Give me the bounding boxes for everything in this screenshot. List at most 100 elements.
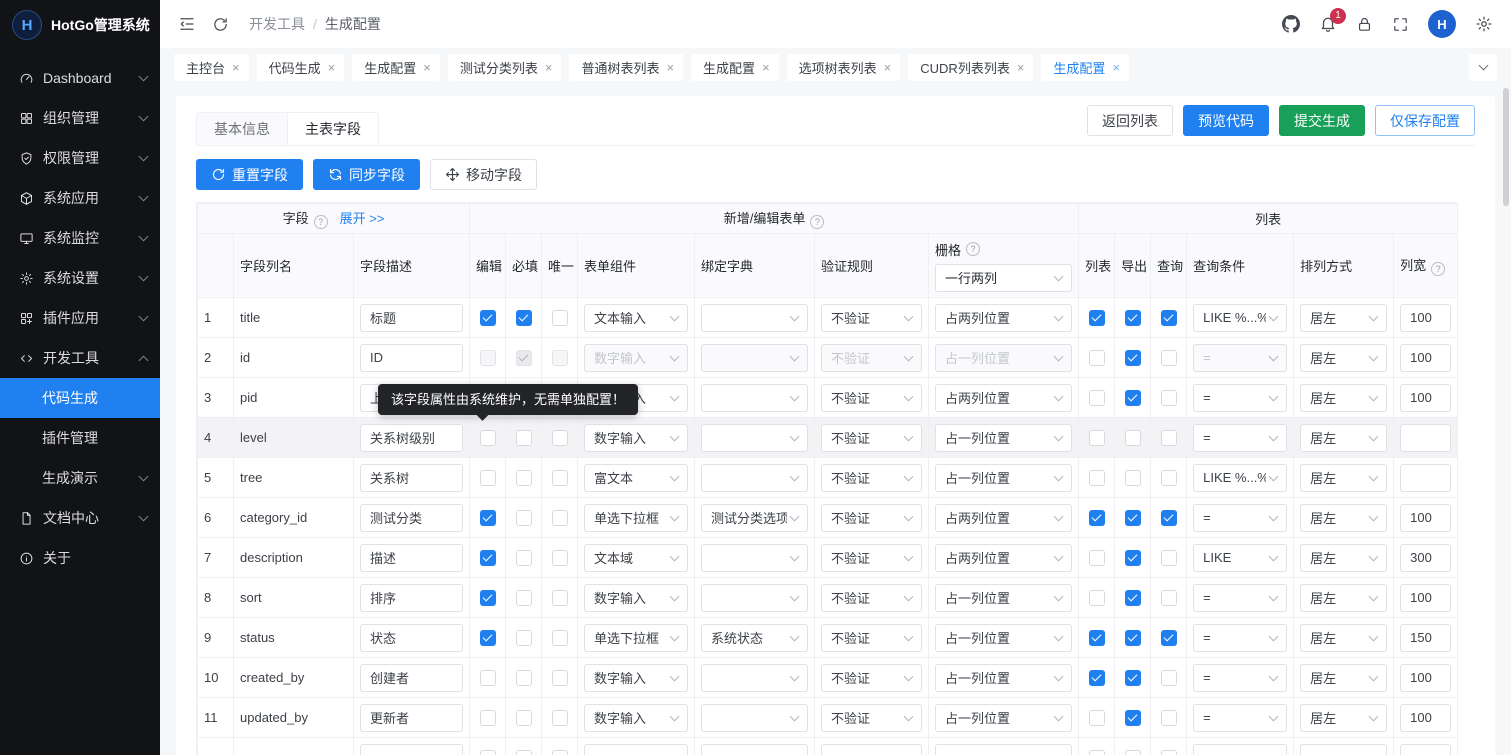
unique-checkbox[interactable] [552, 550, 568, 566]
dict-select[interactable] [701, 744, 808, 755]
settings-gear-icon[interactable] [1475, 15, 1493, 33]
query-cond-select[interactable]: = [1193, 344, 1287, 372]
query-checkbox[interactable] [1161, 630, 1177, 646]
submit-generate-button[interactable]: 提交生成 [1279, 105, 1365, 136]
list-checkbox[interactable] [1089, 750, 1105, 755]
export-checkbox[interactable] [1125, 470, 1141, 486]
grid-select[interactable]: 占一列位置 [935, 584, 1072, 612]
query-checkbox[interactable] [1161, 590, 1177, 606]
tab-chip-0[interactable]: 主控台× [174, 54, 249, 81]
export-checkbox[interactable] [1125, 550, 1141, 566]
list-checkbox[interactable] [1089, 430, 1105, 446]
close-icon[interactable]: × [1112, 61, 1120, 74]
query-cond-select[interactable]: LIKE [1193, 544, 1287, 572]
component-select[interactable] [584, 744, 688, 755]
dict-select[interactable] [701, 424, 808, 452]
dict-select[interactable] [701, 664, 808, 692]
list-checkbox[interactable] [1089, 310, 1105, 326]
list-checkbox[interactable] [1089, 670, 1105, 686]
grid-select[interactable]: 占两列位置 [935, 384, 1072, 412]
width-input[interactable]: 100 [1400, 664, 1451, 692]
field-desc-input[interactable]: 关系树级别 [360, 424, 463, 452]
component-select[interactable]: 文本域 [584, 544, 688, 572]
query-checkbox[interactable] [1161, 430, 1177, 446]
dict-select[interactable] [701, 464, 808, 492]
dict-select[interactable] [701, 344, 808, 372]
field-desc-input[interactable] [360, 744, 463, 755]
required-checkbox[interactable] [516, 630, 532, 646]
list-checkbox[interactable] [1089, 590, 1105, 606]
save-config-only-button[interactable]: 仅保存配置 [1375, 105, 1475, 136]
sidebar-item-1[interactable]: 组织管理 [0, 98, 160, 138]
reset-fields-button[interactable]: 重置字段 [196, 159, 303, 190]
export-checkbox[interactable] [1125, 390, 1141, 406]
required-checkbox[interactable] [516, 470, 532, 486]
collapse-sidebar-icon[interactable] [178, 15, 196, 33]
export-checkbox[interactable] [1125, 350, 1141, 366]
query-cond-select[interactable]: = [1193, 504, 1287, 532]
required-checkbox[interactable] [516, 510, 532, 526]
rule-select[interactable]: 不验证 [821, 704, 922, 732]
rule-select[interactable]: 不验证 [821, 384, 922, 412]
rule-select[interactable]: 不验证 [821, 664, 922, 692]
sort-select[interactable]: 居左 [1300, 384, 1387, 412]
width-input[interactable]: 100 [1400, 384, 1451, 412]
required-checkbox[interactable] [516, 750, 532, 755]
query-cond-select[interactable] [1193, 744, 1287, 755]
grid-select[interactable]: 占两列位置 [935, 544, 1072, 572]
tab-chip-1[interactable]: 代码生成× [257, 54, 345, 81]
grid-select[interactable]: 占一列位置 [935, 704, 1072, 732]
sidebar-item-3[interactable]: 系统应用 [0, 178, 160, 218]
close-icon[interactable]: × [666, 61, 674, 74]
close-icon[interactable]: × [762, 61, 770, 74]
query-checkbox[interactable] [1161, 710, 1177, 726]
required-checkbox[interactable] [516, 350, 532, 366]
sort-select[interactable]: 居左 [1300, 424, 1387, 452]
required-checkbox[interactable] [516, 430, 532, 446]
grid-select[interactable]: 占一列位置 [935, 624, 1072, 652]
query-cond-select[interactable]: LIKE %...% [1193, 304, 1287, 332]
help-icon[interactable]: ? [314, 215, 328, 229]
export-checkbox[interactable] [1125, 510, 1141, 526]
sort-select[interactable] [1300, 744, 1387, 755]
field-desc-input[interactable]: ID [360, 344, 463, 372]
export-checkbox[interactable] [1125, 630, 1141, 646]
width-input[interactable] [1400, 464, 1451, 492]
tab-chip-7[interactable]: CUDR列表列表× [908, 54, 1033, 81]
query-checkbox[interactable] [1161, 510, 1177, 526]
component-select[interactable]: 文本输入 [584, 304, 688, 332]
grid-select[interactable]: 占一列位置 [935, 464, 1072, 492]
rule-select[interactable]: 不验证 [821, 304, 922, 332]
edit-checkbox[interactable] [480, 430, 496, 446]
notifications-bell-icon[interactable]: 1 [1319, 15, 1337, 33]
component-select[interactable]: 数字输入 [584, 664, 688, 692]
fullscreen-icon[interactable] [1392, 16, 1409, 33]
component-select[interactable]: 数字输入 [584, 584, 688, 612]
query-cond-select[interactable]: = [1193, 704, 1287, 732]
query-checkbox[interactable] [1161, 350, 1177, 366]
unique-checkbox[interactable] [552, 750, 568, 755]
component-select[interactable]: 单选下拉框 [584, 504, 688, 532]
tabs-dropdown-button[interactable] [1469, 54, 1497, 81]
query-cond-select[interactable]: = [1193, 664, 1287, 692]
export-checkbox[interactable] [1125, 750, 1141, 755]
sidebar-item-5[interactable]: 系统设置 [0, 258, 160, 298]
export-checkbox[interactable] [1125, 310, 1141, 326]
required-checkbox[interactable] [516, 590, 532, 606]
page-scrollbar[interactable] [1503, 88, 1509, 206]
required-checkbox[interactable] [516, 670, 532, 686]
tab-chip-4[interactable]: 普通树表列表× [569, 54, 683, 81]
rule-select[interactable]: 不验证 [821, 464, 922, 492]
sidebar-item-7[interactable]: 开发工具 [0, 338, 160, 378]
unique-checkbox[interactable] [552, 630, 568, 646]
width-input[interactable]: 100 [1400, 584, 1451, 612]
dict-select[interactable] [701, 304, 808, 332]
edit-checkbox[interactable] [480, 310, 496, 326]
required-checkbox[interactable] [516, 710, 532, 726]
query-checkbox[interactable] [1161, 550, 1177, 566]
move-fields-button[interactable]: 移动字段 [430, 159, 537, 190]
query-cond-select[interactable]: = [1193, 584, 1287, 612]
unique-checkbox[interactable] [552, 590, 568, 606]
query-checkbox[interactable] [1161, 670, 1177, 686]
sidebar-item-6[interactable]: 插件应用 [0, 298, 160, 338]
